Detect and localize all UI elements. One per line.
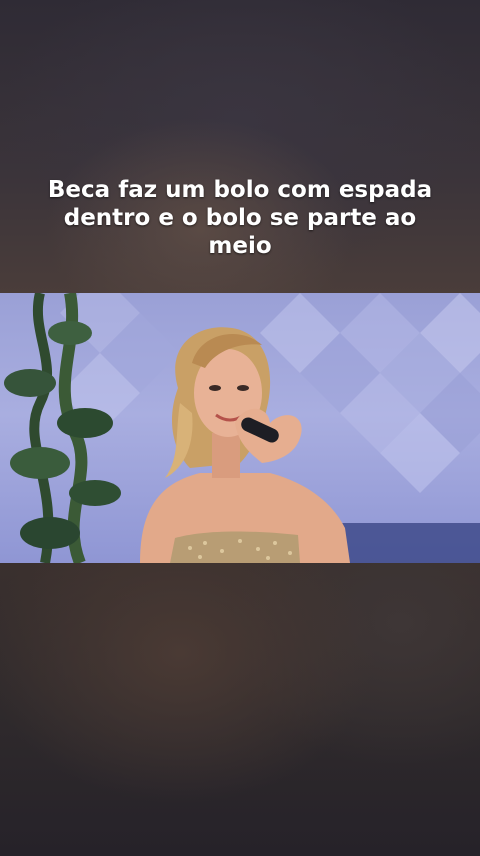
geometric-wall <box>60 293 480 493</box>
video-player[interactable] <box>0 293 480 563</box>
video-frame-image <box>4 293 480 563</box>
caption-text: Beca faz um bolo com espada dentro e o b… <box>47 177 433 259</box>
video-caption: Beca faz um bolo com espada dentro e o b… <box>40 176 440 260</box>
blurred-background-bottom <box>0 563 480 856</box>
